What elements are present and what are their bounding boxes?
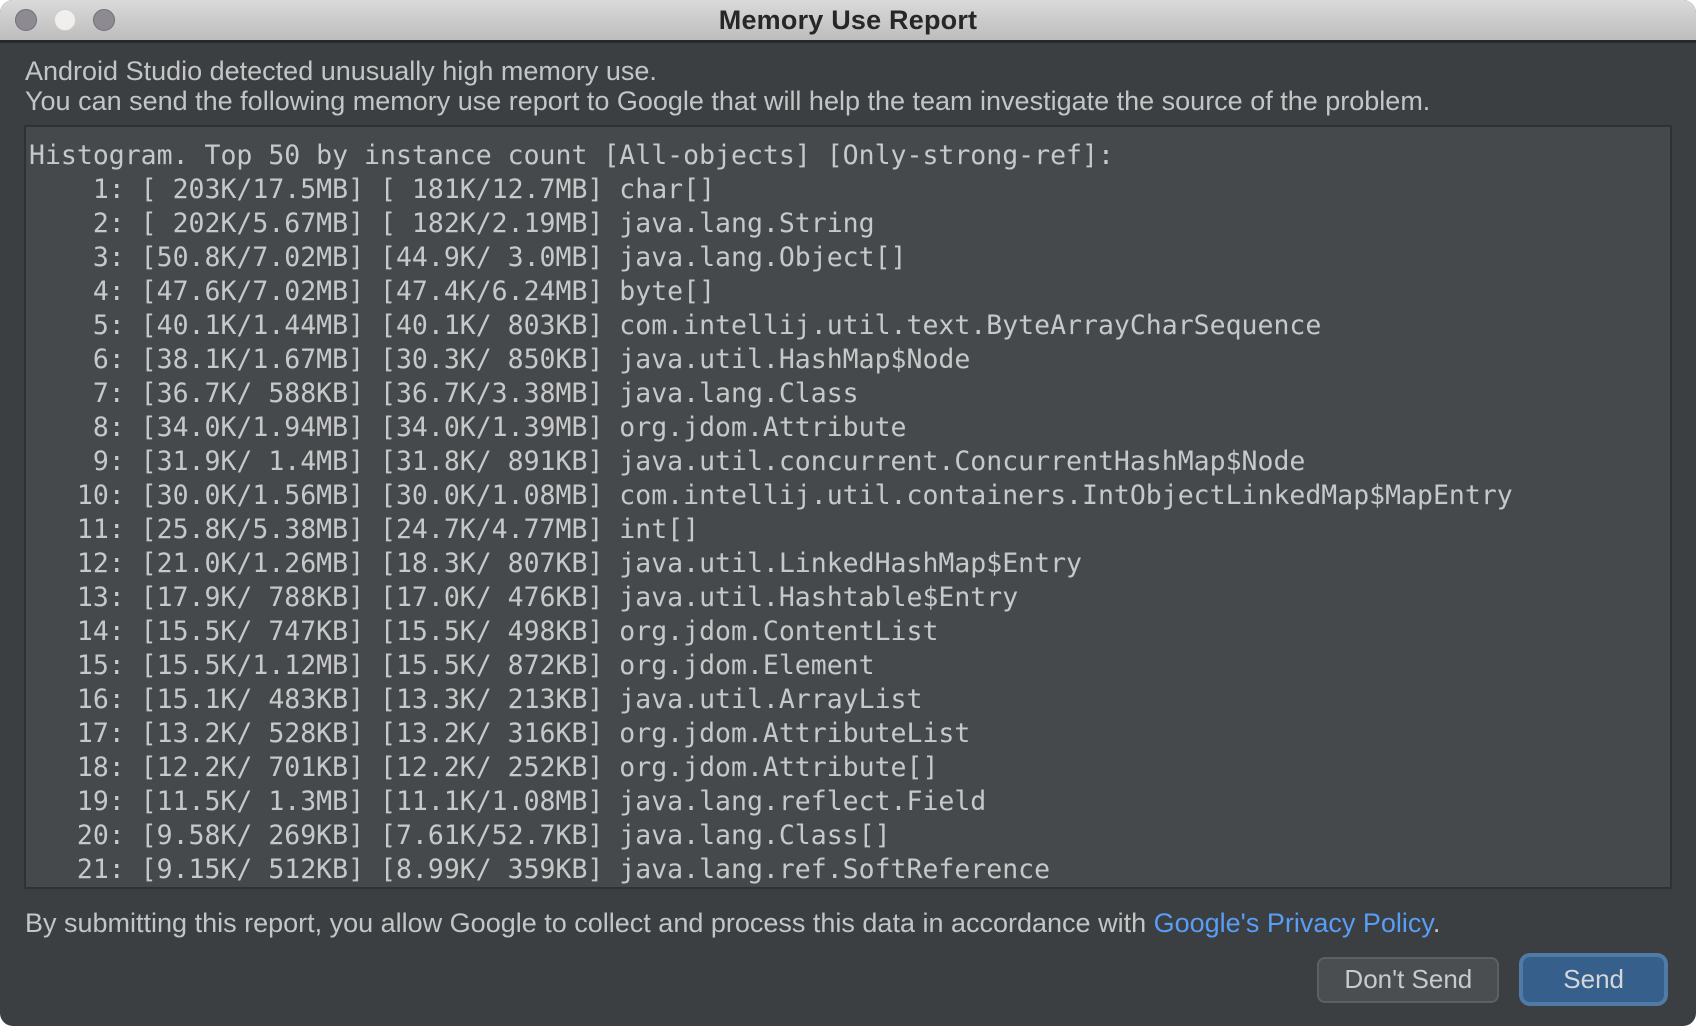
report-line: 13: [17.9K/ 788KB] [17.0K/ 476KB] java.u… [29,581,1670,615]
report-line: 11: [25.8K/5.38MB] [24.7K/4.77MB] int[] [29,513,1670,547]
dont-send-button[interactable]: Don't Send [1317,957,1499,1003]
report-line: 1: [ 203K/17.5MB] [ 181K/12.7MB] char[] [29,173,1670,207]
memory-report-panel[interactable]: Histogram. Top 50 by instance count [All… [24,125,1672,889]
privacy-note: By submitting this report, you allow Goo… [25,908,1671,939]
report-line: 12: [21.0K/1.26MB] [18.3K/ 807KB] java.u… [29,547,1670,581]
report-line: 4: [47.6K/7.02MB] [47.4K/6.24MB] byte[] [29,275,1670,309]
send-button[interactable]: Send [1523,957,1664,1002]
intro-line-2: You can send the following memory use re… [25,86,1671,116]
report-line: 8: [34.0K/1.94MB] [34.0K/1.39MB] org.jdo… [29,411,1670,445]
report-line: 7: [36.7K/ 588KB] [36.7K/3.38MB] java.la… [29,377,1670,411]
privacy-note-period: . [1433,908,1441,938]
dialog-button-row: Don't Send Send [0,953,1696,1006]
memory-use-report-dialog: Memory Use Report Android Studio detecte… [0,0,1696,1026]
report-line: Histogram. Top 50 by instance count [All… [29,139,1670,173]
report-line: 19: [11.5K/ 1.3MB] [11.1K/1.08MB] java.l… [29,785,1670,819]
report-line: 20: [9.58K/ 269KB] [7.61K/52.7KB] java.l… [29,819,1670,853]
report-line: 10: [30.0K/1.56MB] [30.0K/1.08MB] com.in… [29,479,1670,513]
report-line: 17: [13.2K/ 528KB] [13.2K/ 316KB] org.jd… [29,717,1670,751]
report-line: 5: [40.1K/1.44MB] [40.1K/ 803KB] com.int… [29,309,1670,343]
report-line: 14: [15.5K/ 747KB] [15.5K/ 498KB] org.jd… [29,615,1670,649]
report-line: 9: [31.9K/ 1.4MB] [31.8K/ 891KB] java.ut… [29,445,1670,479]
report-line: 6: [38.1K/1.67MB] [30.3K/ 850KB] java.ut… [29,343,1670,377]
report-line: 3: [50.8K/7.02MB] [44.9K/ 3.0MB] java.la… [29,241,1670,275]
intro-line-1: Android Studio detected unusually high m… [25,56,1671,86]
privacy-policy-link[interactable]: Google's Privacy Policy [1154,908,1433,938]
report-line: 2: [ 202K/5.67MB] [ 182K/2.19MB] java.la… [29,207,1670,241]
send-button-focus-ring: Send [1519,953,1668,1006]
report-line: 18: [12.2K/ 701KB] [12.2K/ 252KB] org.jd… [29,751,1670,785]
memory-report-text: Histogram. Top 50 by instance count [All… [26,127,1670,887]
intro-text: Android Studio detected unusually high m… [0,43,1696,116]
window-title: Memory Use Report [0,0,1696,40]
titlebar[interactable]: Memory Use Report [0,0,1696,43]
report-line: 15: [15.5K/1.12MB] [15.5K/ 872KB] org.jd… [29,649,1670,683]
report-line: 21: [9.15K/ 512KB] [8.99K/ 359KB] java.l… [29,853,1670,887]
report-line: 16: [15.1K/ 483KB] [13.3K/ 213KB] java.u… [29,683,1670,717]
privacy-note-text: By submitting this report, you allow Goo… [25,908,1154,938]
